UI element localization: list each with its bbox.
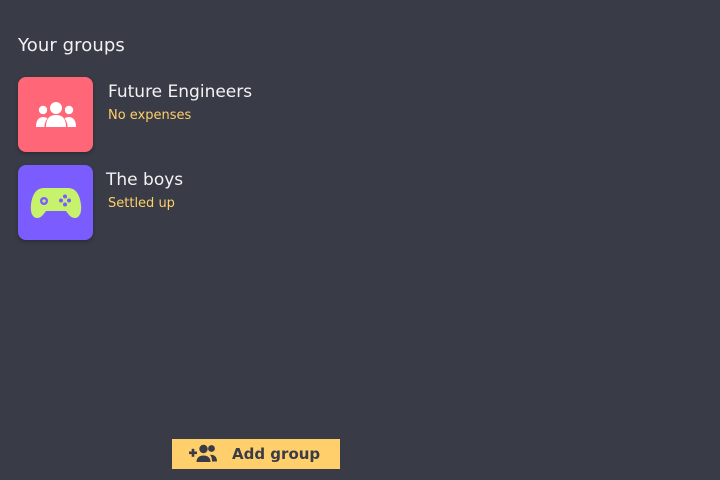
people-group-icon (35, 101, 76, 127)
group-status: Settled up (108, 196, 175, 211)
group-avatar (18, 77, 93, 152)
group-avatar (18, 165, 93, 240)
group-status: No expenses (108, 108, 192, 123)
group-name: The boys (106, 170, 184, 190)
add-group-button[interactable]: Add group (172, 439, 340, 469)
section-title: Your groups (18, 35, 125, 56)
gamepad-icon (30, 187, 81, 218)
add-group-label: Add group (232, 445, 321, 463)
group-item-future-engineers[interactable]: Future Engineers No expenses (18, 77, 418, 152)
groups-screen: Your groups Future Engineers No expenses (0, 0, 720, 480)
group-name: Future Engineers (108, 82, 253, 102)
group-item-the-boys[interactable]: The boys Settled up (18, 165, 418, 240)
add-group-icon (189, 444, 217, 462)
